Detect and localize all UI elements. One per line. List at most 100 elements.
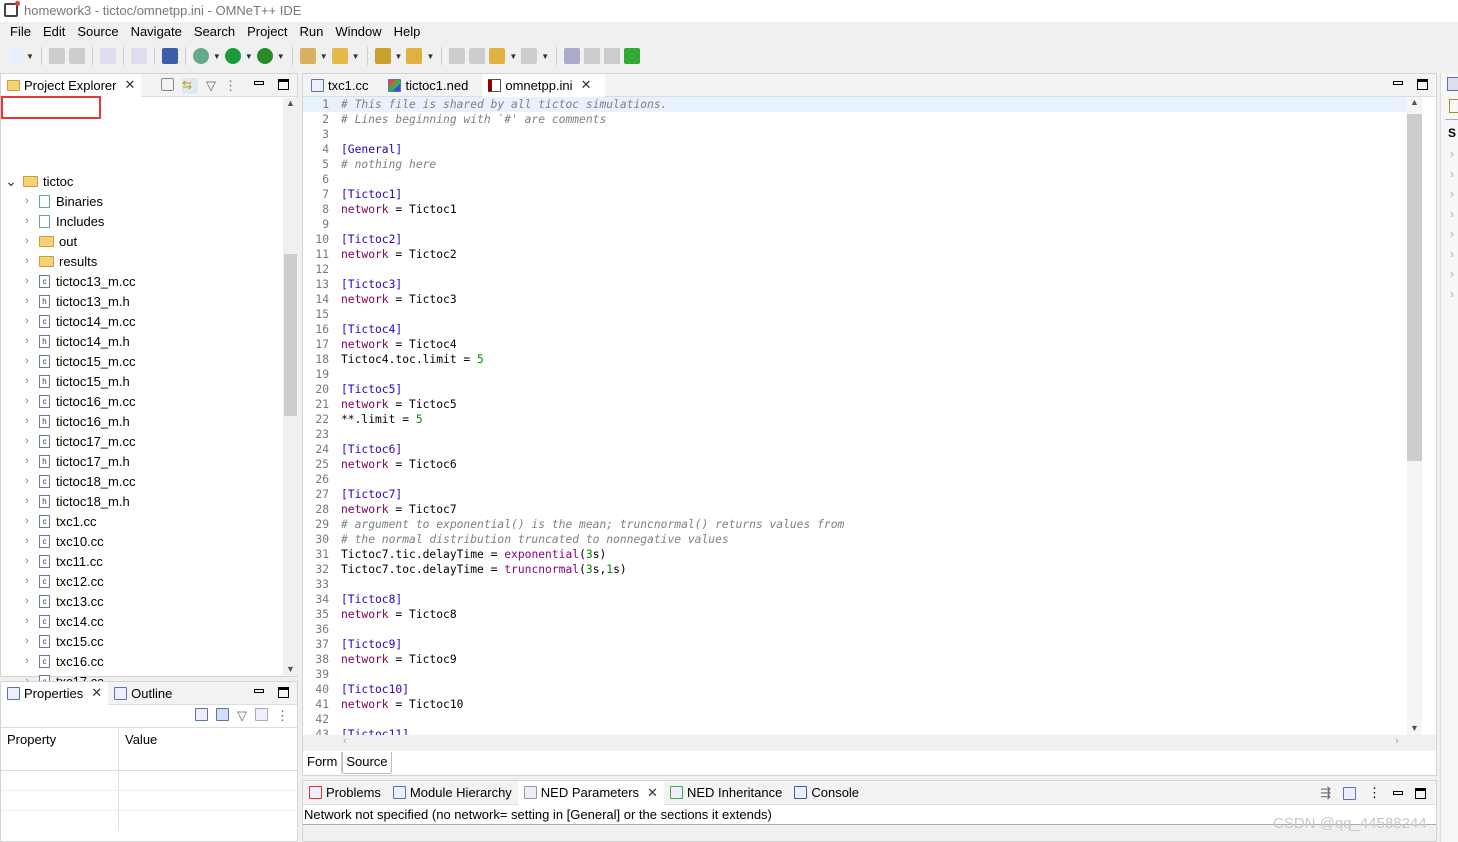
redo-icon[interactable]	[604, 48, 621, 64]
pin-icon[interactable]	[195, 708, 208, 721]
chevron-right-icon[interactable]: ›	[1450, 244, 1458, 264]
binary-icon[interactable]	[99, 48, 116, 64]
forward-icon[interactable]	[521, 48, 538, 64]
chevron-right-icon[interactable]: ›	[21, 635, 33, 647]
tree-item[interactable]: › Includes	[1, 211, 283, 231]
save-icon[interactable]	[48, 48, 65, 64]
chevron-right-icon[interactable]: ›	[21, 415, 33, 427]
scrollbar-thumb[interactable]	[284, 254, 297, 416]
tree-item[interactable]: › c txc15.cc	[1, 631, 283, 651]
tree-item[interactable]: › c txc16.cc	[1, 651, 283, 671]
chevron-right-icon[interactable]: ›	[21, 555, 33, 567]
maximize-icon[interactable]	[278, 687, 289, 698]
chevron-right-icon[interactable]: ›	[21, 315, 33, 327]
chevron-down-icon[interactable]: ⌄	[5, 173, 17, 190]
brush-icon[interactable]	[299, 48, 316, 64]
minimize-icon[interactable]	[1393, 81, 1403, 85]
menu-navigate[interactable]: Navigate	[125, 22, 188, 42]
tree-item[interactable]: › c tictoc13_m.cc	[1, 271, 283, 291]
chevron-right-icon[interactable]: ›	[1450, 264, 1458, 284]
chevron-right-icon[interactable]: ›	[21, 375, 33, 387]
tree-item[interactable]: › c txc12.cc	[1, 571, 283, 591]
chevron-right-icon[interactable]: ›	[21, 655, 33, 667]
tree-item[interactable]: › c txc1.cc	[1, 511, 283, 531]
scrollbar-thumb[interactable]	[1407, 114, 1422, 461]
minimize-icon[interactable]	[1393, 791, 1403, 795]
chevron-right-icon[interactable]: ›	[21, 195, 33, 207]
maximize-icon[interactable]	[278, 79, 289, 90]
menu-edit[interactable]: Edit	[37, 22, 71, 42]
view-menu-icon[interactable]: ⋮	[276, 708, 289, 724]
tab-console[interactable]: Console	[788, 781, 865, 805]
dropdown-arrow-icon[interactable]: ▼	[320, 52, 328, 61]
tab-form[interactable]: Form	[303, 752, 343, 774]
tree-item[interactable]: › Binaries	[1, 191, 283, 211]
close-icon[interactable]: ✕	[91, 685, 102, 701]
next-annotation-icon[interactable]	[374, 48, 391, 64]
dropdown-arrow-icon[interactable]: ▼	[509, 52, 517, 61]
menu-help[interactable]: Help	[388, 22, 427, 42]
dropdown-arrow-icon[interactable]: ▼	[352, 52, 360, 61]
chevron-right-icon[interactable]: ›	[1450, 164, 1458, 184]
chevron-right-icon[interactable]: ›	[21, 355, 33, 367]
chevron-right-icon[interactable]: ›	[21, 435, 33, 447]
chevron-right-icon[interactable]: ›	[21, 215, 33, 227]
filter-icon[interactable]: ▽	[237, 708, 247, 724]
dropdown-arrow-icon[interactable]: ▼	[395, 52, 403, 61]
tab-ned-parameters[interactable]: NED Parameters ✕	[517, 780, 664, 805]
tree-item[interactable]: › out	[1, 231, 283, 251]
maximize-icon[interactable]	[1417, 79, 1428, 90]
tab-problems[interactable]: Problems	[303, 781, 387, 805]
run-icon[interactable]	[224, 48, 241, 64]
advanced-icon[interactable]	[255, 708, 268, 721]
chevron-right-icon[interactable]: ›	[1450, 204, 1458, 224]
save-all-icon[interactable]	[68, 48, 85, 64]
dropdown-arrow-icon[interactable]: ▼	[26, 52, 34, 61]
tree-scrollbar[interactable]: ▲ ▼	[283, 98, 298, 676]
add-icon[interactable]	[624, 48, 641, 64]
chevron-right-icon[interactable]: ›	[21, 335, 33, 347]
editor-horizontal-scrollbar[interactable]: ‹ ›	[303, 735, 1436, 751]
code-editor[interactable]: 1 # This file is shared by all tictoc sim…	[303, 97, 1407, 735]
back-edit-icon[interactable]	[449, 48, 466, 64]
menu-project[interactable]: Project	[241, 22, 293, 42]
editor-vertical-scrollbar[interactable]: ▲ ▼	[1407, 97, 1422, 735]
tree-item[interactable]: ⌄ tictoc	[1, 171, 283, 191]
tab-source[interactable]: Source	[342, 752, 392, 774]
chevron-right-icon[interactable]: ›	[21, 275, 33, 287]
tab-txc1-cc[interactable]: txc1.cc	[305, 74, 382, 97]
chevron-right-icon[interactable]: ›	[21, 455, 33, 467]
menu-window[interactable]: Window	[329, 22, 387, 42]
chevron-right-icon[interactable]: ›	[21, 295, 33, 307]
tree-item[interactable]: › c txc11.cc	[1, 551, 283, 571]
tree-item[interactable]: › h tictoc13_m.h	[1, 291, 283, 311]
link-with-editor-icon[interactable]: ⇆	[182, 78, 198, 94]
chevron-right-icon[interactable]: ›	[21, 255, 33, 267]
close-icon[interactable]: ✕	[124, 77, 135, 93]
tree-item[interactable]: › h tictoc14_m.h	[1, 331, 283, 351]
tree-item[interactable]: › h tictoc15_m.h	[1, 371, 283, 391]
tab-omnetpp-ini[interactable]: omnetpp.ini ✕	[482, 73, 606, 97]
tree-item[interactable]: › h tictoc16_m.h	[1, 411, 283, 431]
close-icon[interactable]: ✕	[647, 785, 658, 801]
chevron-right-icon[interactable]: ›	[1450, 184, 1458, 204]
chevron-right-icon[interactable]: ›	[21, 615, 33, 627]
profile-icon[interactable]	[256, 48, 273, 64]
menu-file[interactable]: File	[4, 22, 37, 42]
chevron-right-icon[interactable]: ›	[21, 575, 33, 587]
view-menu-icon[interactable]: ⋮	[1368, 785, 1381, 801]
dropdown-arrow-icon[interactable]: ▼	[541, 52, 549, 61]
tree-item[interactable]: › h tictoc18_m.h	[1, 491, 283, 511]
tab-outline[interactable]: Outline	[108, 682, 178, 705]
undo-icon[interactable]	[584, 48, 601, 64]
menu-source[interactable]: Source	[71, 22, 124, 42]
back-icon[interactable]	[489, 48, 506, 64]
edit-icon[interactable]	[130, 48, 147, 64]
dropdown-arrow-icon[interactable]: ▼	[277, 52, 285, 61]
minimize-icon[interactable]	[254, 689, 264, 693]
categories-icon[interactable]	[216, 708, 229, 721]
maximize-icon[interactable]	[1415, 787, 1426, 799]
tree-item[interactable]: › c tictoc17_m.cc	[1, 431, 283, 451]
tab-module-hierarchy[interactable]: Module Hierarchy	[387, 781, 518, 805]
chevron-right-icon[interactable]: ›	[21, 475, 33, 487]
